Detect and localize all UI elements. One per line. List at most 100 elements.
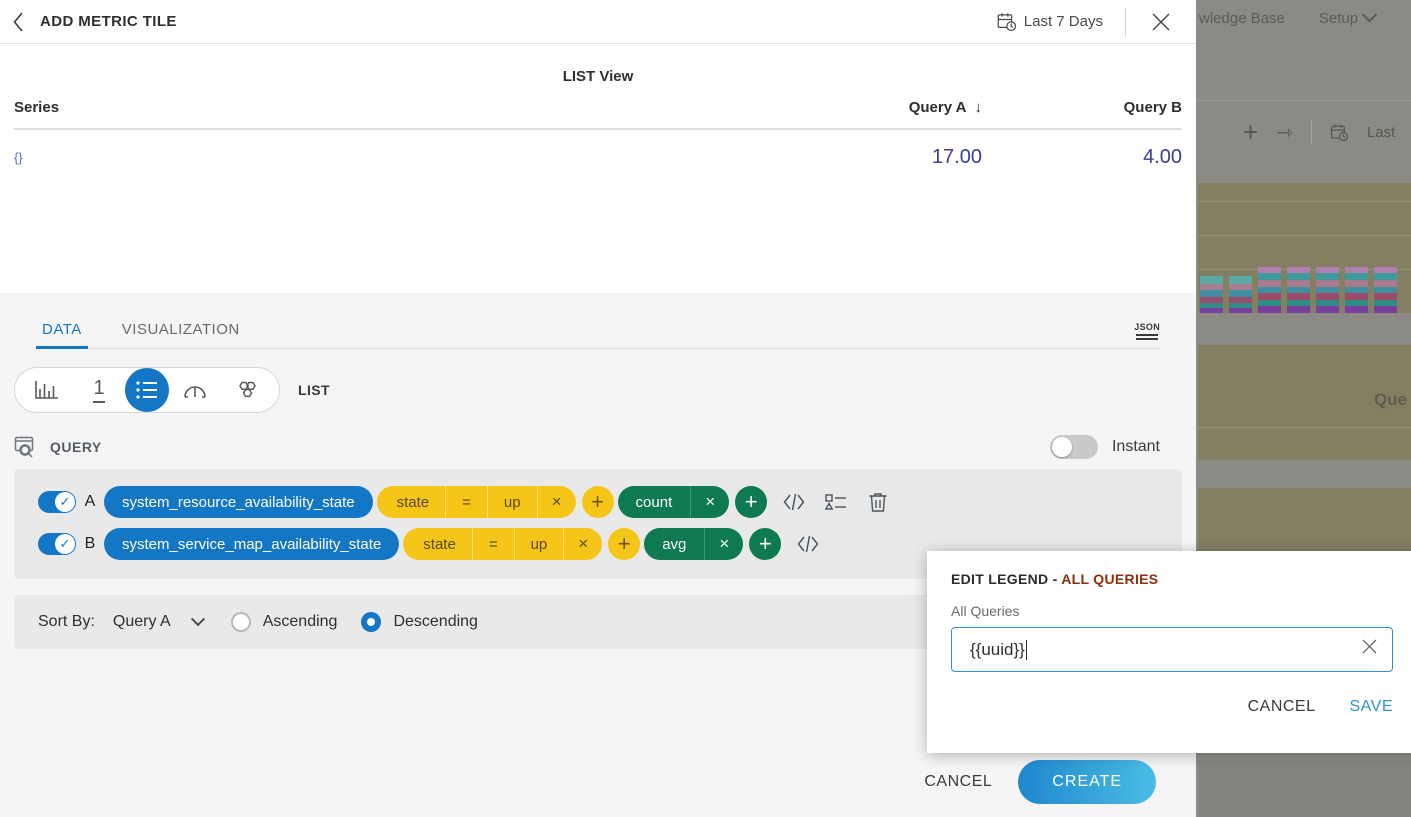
query-a-code-icon[interactable] — [779, 487, 809, 517]
text-cursor — [1025, 639, 1027, 660]
edit-legend-cancel-button[interactable]: CANCEL — [1248, 698, 1316, 716]
chart-type-pill: 1 — [14, 367, 280, 413]
edit-legend-title-accent: ALL QUERIES — [1061, 571, 1159, 587]
query-b-add-aggregate-button[interactable]: + — [749, 528, 782, 560]
background-toolbar-divider — [1310, 119, 1312, 145]
background-nav-knowledge-base[interactable]: wledge Base — [1199, 10, 1285, 27]
chevron-down-icon — [190, 612, 205, 627]
sort-by-select[interactable]: Query A — [112, 612, 205, 631]
list-icon[interactable] — [125, 368, 169, 412]
edit-legend-actions: CANCEL SAVE — [951, 698, 1393, 716]
json-icon-label: JSON — [1134, 322, 1160, 332]
instant-label: Instant — [1111, 438, 1160, 455]
chart-type-label: LIST — [298, 382, 330, 398]
query-b-aggregate-group: avg × — [644, 528, 744, 560]
column-header-query-b[interactable]: Query B — [982, 99, 1182, 116]
tab-visualization[interactable]: VISUALIZATION — [116, 321, 246, 348]
background-band-2 — [1198, 460, 1411, 488]
background-add-icon[interactable]: + — [1243, 119, 1258, 145]
honeycomb-icon[interactable] — [221, 368, 273, 412]
sort-arrow-icon: ↓ — [974, 99, 983, 116]
column-header-query-a[interactable]: Query A ↓ — [782, 99, 982, 116]
query-b-aggregate-remove[interactable]: × — [705, 528, 744, 560]
query-a-aggregate-label[interactable]: count — [617, 486, 692, 518]
create-button[interactable]: CREATE — [1018, 760, 1156, 804]
query-a-delete-icon[interactable] — [863, 487, 893, 517]
background-nav-setup-label: Setup — [1318, 9, 1359, 27]
query-a-aggregate-remove[interactable]: × — [691, 486, 730, 518]
cell-series: {} — [14, 150, 23, 165]
single-value-label: 1 — [93, 378, 105, 403]
query-b-filter-field[interactable]: state — [403, 528, 473, 560]
background-strip — [1195, 163, 1411, 183]
query-b-aggregate-label[interactable]: avg — [644, 528, 706, 560]
query-b-add-filter-button[interactable]: + — [608, 528, 641, 560]
edit-legend-title-prefix: EDIT LEGEND - — [951, 571, 1062, 587]
query-a-add-filter-button[interactable]: + — [581, 486, 614, 518]
page-title: ADD METRIC TILE — [40, 13, 177, 30]
query-b-enable-toggle[interactable] — [38, 533, 76, 555]
time-range-selector[interactable]: Last 7 Days — [997, 12, 1103, 32]
sort-ascending-option[interactable]: Ascending — [230, 612, 338, 632]
query-a-filter-value[interactable]: up — [487, 486, 538, 518]
query-a-aggregate-group: count × — [617, 486, 730, 518]
query-b-metric-pill[interactable]: system_service_map_availability_state — [104, 528, 400, 560]
edit-legend-input-value: {{uuid}} — [970, 639, 1025, 659]
query-a-legend-icon[interactable] — [821, 487, 851, 517]
query-b-code-icon[interactable] — [793, 529, 823, 559]
query-b-filter-remove[interactable]: × — [564, 528, 603, 560]
background-widget-title: Que — [1373, 390, 1407, 409]
edit-legend-title: EDIT LEGEND - ALL QUERIES — [951, 571, 1393, 587]
background-stacked-bar-chart — [1198, 183, 1411, 313]
query-a-add-aggregate-button[interactable]: + — [735, 486, 768, 518]
cell-query-a-value: 17.00 — [931, 146, 982, 168]
single-value-icon[interactable]: 1 — [73, 368, 125, 412]
query-b-filter-operator[interactable]: = — [472, 528, 515, 560]
sort-by-label: Sort By: — [38, 613, 95, 630]
query-a-filter-remove[interactable]: × — [537, 486, 576, 518]
sort-ascending-radio[interactable] — [230, 612, 251, 632]
header-divider — [1125, 7, 1126, 36]
edit-legend-field[interactable]: {{uuid}} — [951, 627, 1393, 672]
tab-bar: DATA VISUALIZATION JSON — [36, 293, 1160, 349]
modal-footer: CANCEL CREATE — [0, 747, 1196, 817]
bar-chart-icon[interactable] — [21, 368, 73, 412]
edit-legend-save-button[interactable]: SAVE — [1350, 698, 1394, 716]
chevron-left-icon[interactable] — [6, 10, 30, 34]
query-a-filter-operator[interactable]: = — [446, 486, 488, 518]
query-a-filter-field[interactable]: state — [376, 486, 447, 518]
background-toolbar: + ⇾ Last — [1195, 101, 1411, 163]
chart-type-selector: 1 LIST — [14, 367, 1196, 413]
chevron-down-icon — [1361, 6, 1378, 22]
sort-descending-option[interactable]: Descending — [361, 612, 478, 632]
query-search-icon — [14, 436, 38, 458]
gauge-icon[interactable] — [169, 368, 221, 412]
table-header-row: Series Query A ↓ Query B — [14, 99, 1182, 130]
edit-legend-input[interactable]: {{uuid}} — [970, 639, 1351, 660]
sort-descending-radio[interactable] — [361, 612, 382, 632]
background-time-range[interactable]: Last — [1367, 124, 1395, 141]
sort-ascending-label: Ascending — [262, 613, 338, 630]
time-range-label: Last 7 Days — [1023, 13, 1103, 30]
sort-descending-label: Descending — [393, 613, 478, 630]
edit-legend-clear-icon[interactable] — [1351, 638, 1378, 661]
background-share-icon[interactable]: ⇾ — [1276, 120, 1293, 145]
query-a-enable-toggle[interactable] — [38, 491, 76, 513]
background-footer — [1198, 760, 1411, 817]
instant-toggle[interactable] — [1049, 435, 1098, 459]
cell-query-b-value: 4.00 — [1143, 146, 1182, 168]
background-nav-setup[interactable]: Setup — [1318, 6, 1378, 27]
tile-preview: LIST View Series Query A ↓ Query B {} 17.… — [0, 44, 1196, 293]
background-band — [1198, 313, 1411, 345]
background-navbar: wledge Base Setup — [1195, 0, 1411, 36]
query-a-metric-pill[interactable]: system_resource_availability_state — [104, 486, 373, 518]
tab-data[interactable]: DATA — [36, 321, 88, 349]
modal-header-actions: Last 7 Days — [997, 7, 1196, 36]
close-icon[interactable] — [1148, 9, 1174, 35]
sort-by-selected-value: Query A — [112, 613, 171, 630]
query-b-filter-group: state = up × — [403, 528, 603, 560]
calendar-clock-icon — [997, 12, 1016, 31]
query-b-filter-value[interactable]: up — [514, 528, 565, 560]
json-icon[interactable]: JSON — [1134, 322, 1160, 340]
cancel-button[interactable]: CANCEL — [924, 773, 992, 791]
